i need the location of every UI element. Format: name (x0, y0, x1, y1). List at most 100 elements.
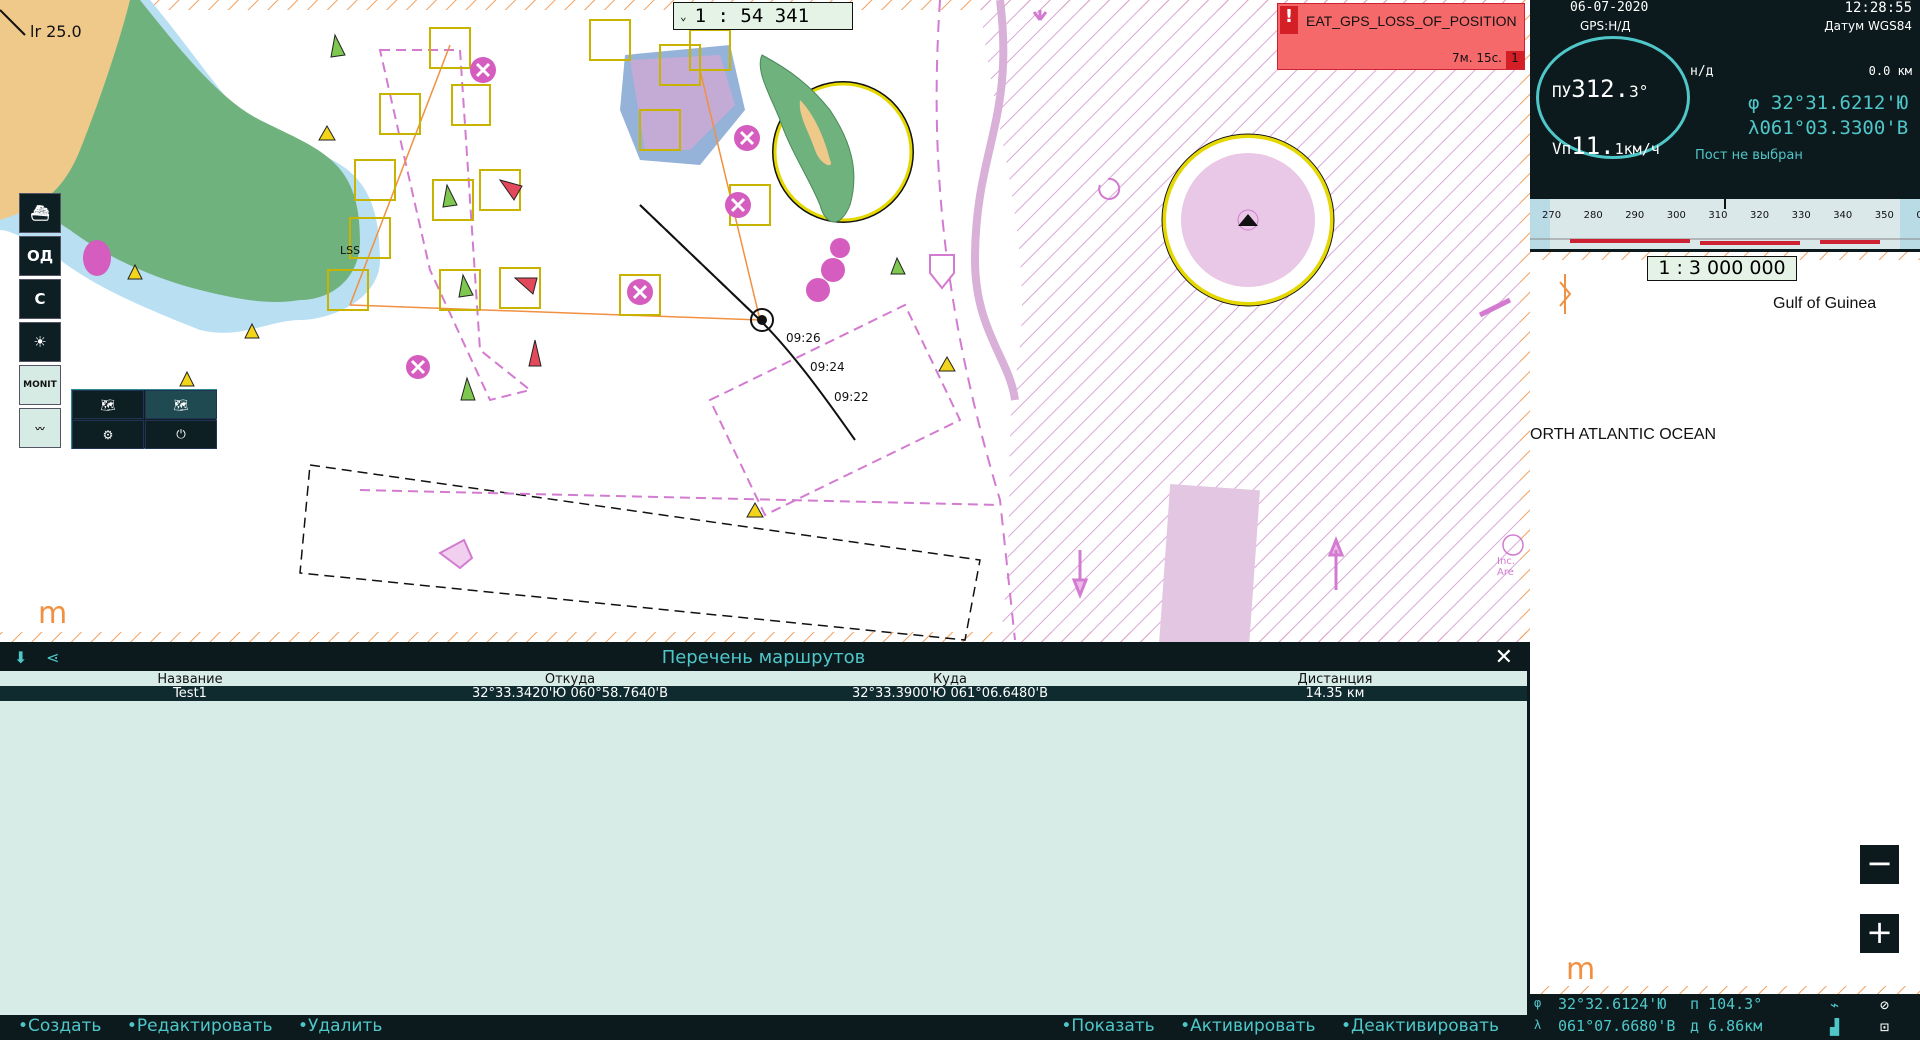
share-icon[interactable]: ⋖ (46, 645, 59, 671)
signal-icon[interactable]: ⌁ (1830, 996, 1839, 1014)
nd-status: н/д (1690, 64, 1714, 79)
track-time-label: 09:22 (834, 390, 869, 404)
show-button[interactable]: •Показать (1061, 1016, 1164, 1036)
delete-button[interactable]: •Удалить (298, 1016, 392, 1036)
label-north-atlantic: ORTH ATLANTIC OCEAN (1530, 426, 1717, 443)
track-time-label: 09:24 (810, 360, 845, 374)
alarm-panel[interactable]: ! EAT_GPS_LOSS_OF_POSITION 7м. 15с. 1 (1277, 3, 1525, 70)
range: 0.0 км (1868, 64, 1912, 78)
alarm-icon: ! (1280, 6, 1298, 34)
deactivate-label: Деактивировать (1351, 1016, 1499, 1036)
od-button[interactable]: ОД (19, 236, 61, 276)
speed-frac: 1км/ч (1614, 140, 1660, 158)
chart-scale-value: 1 : 54 341 (694, 5, 810, 27)
chevron-down-icon[interactable]: ⌄ (680, 10, 687, 23)
ruler-tick-label: 0 (1916, 210, 1920, 221)
camera-icon[interactable]: ⊡ (1880, 1018, 1889, 1036)
alarm-count: 1 (1506, 51, 1524, 69)
label-lss: LSS (340, 244, 361, 257)
download-icon[interactable]: ⬇ (14, 645, 27, 671)
table-row[interactable]: Test1 32°33.3420'Ю 060°58.7640'В 32°33.3… (0, 686, 1527, 701)
overview-map[interactable]: 1 : 3 000 000 Gulf of Guinea ORTH ATLANT… (1530, 252, 1920, 994)
speed-label: Vп (1552, 139, 1572, 158)
edit-label: Редактировать (136, 1016, 273, 1036)
power-icon[interactable]: ⏻ (145, 420, 217, 449)
action-bar: •Создать •Редактировать •Удалить •Показа… (0, 1015, 1527, 1040)
create-button[interactable]: •Создать (18, 1016, 111, 1036)
route-distance: 14.35 км (1305, 686, 1365, 701)
compass-icon[interactable]: ⊘ (1880, 996, 1889, 1014)
chart-toolbar: ⛴ ОД С ☀ MONIT 〰 (19, 193, 61, 451)
longitude: λ061°03.3300'В (1748, 117, 1909, 139)
cursor-readout: φ 32°32.6124'Ю λ 061°07.6680'В п 104.3° … (1530, 994, 1920, 1040)
heading-label: ПУ (1552, 82, 1572, 101)
cursor-distance: д 6.86км (1690, 1017, 1763, 1035)
speed-readout: Vп11.1км/ч (1552, 132, 1660, 160)
col-to[interactable]: Куда (880, 672, 1020, 687)
route-to: 32°33.3900'Ю 061°06.6480'В (851, 686, 1049, 701)
alarm-message: EAT_GPS_LOSS_OF_POSITION (1306, 13, 1517, 29)
delete-label: Удалить (307, 1016, 383, 1036)
minimap-scale[interactable]: 1 : 3 000 000 (1647, 256, 1797, 281)
date: 06-07-2020 (1570, 0, 1649, 15)
track-time-label: 09:26 (786, 331, 821, 345)
edit-button[interactable]: •Редактировать (127, 1016, 283, 1036)
antenna-icon[interactable]: ▟ (1830, 1018, 1839, 1036)
route-name: Test1 (173, 686, 207, 701)
routes-header: ⬇ ⋖ Перечень маршрутов ✕ (0, 645, 1527, 671)
ship-icon[interactable]: ⛴ (19, 193, 61, 233)
c-button[interactable]: С (19, 279, 61, 319)
cursor-lon: 061°07.6680'В (1558, 1017, 1676, 1035)
ruler-tick-label: 320 (1750, 210, 1770, 221)
chart-watermark: m (38, 596, 68, 631)
datum: Датум WGS84 (1824, 19, 1912, 33)
nautical-chart[interactable]: ⌄ 1 : 54 341 lr 25.0 LSS Inc. Are 09:26 … (0, 0, 1530, 642)
map-icon[interactable]: 🗺 (72, 390, 144, 419)
latitude: φ 32°31.6212'Ю (1748, 92, 1909, 114)
heading-ruler: 270 280 290 300 310 320 330 340 350 0 (1530, 199, 1920, 249)
ruler-tick-label: 350 (1874, 210, 1894, 221)
chart-scale-box[interactable]: ⌄ 1 : 54 341 (673, 2, 853, 30)
clock: 12:28:55 (1844, 0, 1912, 16)
route-tool-icon[interactable]: 〰 (19, 408, 61, 448)
activate-label: Активировать (1190, 1016, 1316, 1036)
monit-button[interactable]: MONIT (19, 365, 61, 405)
gear-icon[interactable]: ⚙ (72, 420, 144, 449)
ruler-graphics (1530, 199, 1920, 249)
ruler-tick-label: 280 (1583, 210, 1603, 221)
cursor-bearing: п 104.3° (1690, 995, 1763, 1013)
ruler-tick-label: 310 (1708, 210, 1728, 221)
chart-subpanel: 🗺 🗺 ⚙ ⏻ (71, 389, 217, 449)
zoom-out-button[interactable]: − (1860, 845, 1899, 884)
chart-graphics (0, 0, 1530, 642)
deactivate-button[interactable]: •Деактивировать (1341, 1016, 1509, 1036)
ruler-tick-label: 290 (1625, 210, 1645, 221)
map-settings-icon[interactable]: 🗺 (145, 390, 217, 419)
light-label: lr 25.0 (30, 22, 82, 41)
minimap-watermark: m (1566, 952, 1596, 987)
heading-frac: 3° (1629, 82, 1649, 101)
gps-status: GPS:Н/Д (1580, 19, 1631, 33)
col-distance[interactable]: Дистанция (1270, 672, 1400, 687)
ruler-tick-label: 300 (1666, 210, 1686, 221)
routes-panel: ⬇ ⋖ Перечень маршрутов ✕ Название Откуда… (0, 645, 1527, 1015)
cursor-lon-prefix: λ (1534, 1018, 1542, 1032)
label-gulf-of-guinea: Gulf of Guinea (1773, 295, 1877, 312)
alarm-time: 7м. 15с. (1452, 51, 1502, 65)
ruler-ticks: 270 280 290 300 310 320 330 340 350 0 (1530, 210, 1920, 224)
heading-readout: ПУ312.3° (1552, 75, 1648, 103)
col-from[interactable]: Откуда (500, 672, 640, 687)
close-icon[interactable]: ✕ (1495, 645, 1513, 671)
activate-button[interactable]: •Активировать (1180, 1016, 1326, 1036)
speed-int: 11. (1571, 132, 1615, 160)
cursor-lat: 32°32.6124'Ю (1558, 995, 1667, 1013)
col-name[interactable]: Название (130, 672, 250, 687)
heading-int: 312. (1571, 75, 1630, 103)
show-label: Показать (1071, 1016, 1155, 1036)
routes-title: Перечень маршрутов (661, 647, 866, 668)
brightness-icon[interactable]: ☀ (19, 322, 61, 362)
cursor-lat-prefix: φ (1534, 996, 1542, 1010)
ruler-tick-label: 340 (1833, 210, 1853, 221)
zoom-in-button[interactable]: + (1860, 914, 1899, 953)
routes-columns: Название Откуда Куда Дистанция (0, 672, 1527, 687)
